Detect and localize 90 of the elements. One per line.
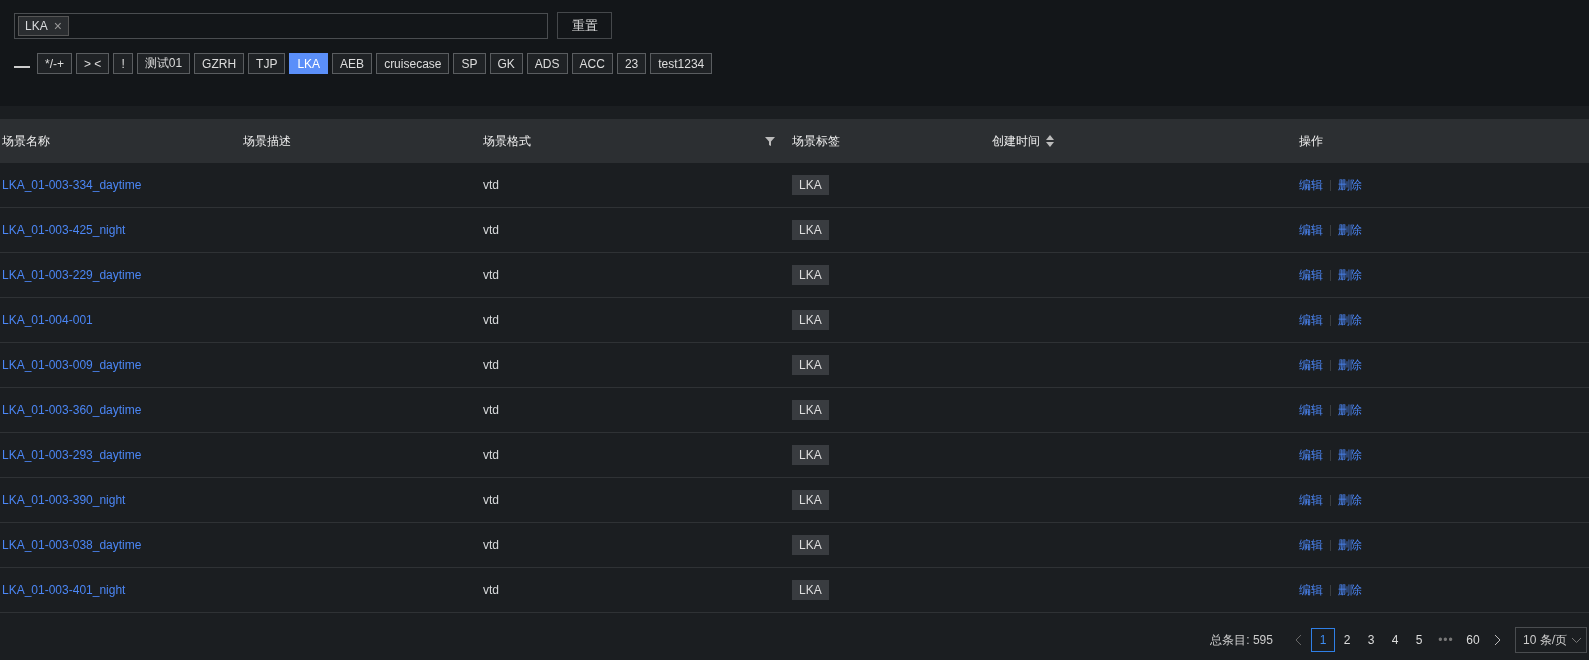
tag-filter-button[interactable]: cruisecase xyxy=(376,53,450,74)
edit-link[interactable]: 编辑 xyxy=(1299,311,1323,329)
edit-link[interactable]: 编辑 xyxy=(1299,176,1323,194)
table-cell: vtd xyxy=(483,178,499,192)
edit-link[interactable]: 编辑 xyxy=(1299,401,1323,419)
scene-tag: LKA xyxy=(792,445,829,465)
scene-name-link[interactable]: LKA_01-003-390_night xyxy=(2,493,126,507)
edit-link[interactable]: 编辑 xyxy=(1299,581,1323,599)
scene-name-link[interactable]: LKA_01-003-401_night xyxy=(2,583,126,597)
delete-link[interactable]: 删除 xyxy=(1338,311,1362,329)
scene-name-link[interactable]: LKA_01-004-001 xyxy=(2,313,93,327)
tag-filter-button[interactable]: GZRH xyxy=(194,53,245,74)
scene-tag: LKA xyxy=(792,265,829,285)
tag-filter-button[interactable]: SP xyxy=(453,53,486,74)
page-number[interactable]: 1 xyxy=(1311,628,1335,652)
column-header: 场景描述 xyxy=(243,132,291,150)
edit-link[interactable]: 编辑 xyxy=(1299,536,1323,554)
table-cell: vtd xyxy=(483,223,499,237)
edit-link[interactable]: 编辑 xyxy=(1299,356,1323,374)
scene-name-link[interactable]: LKA_01-003-009_daytime xyxy=(2,358,142,372)
dash-icon xyxy=(14,65,30,68)
tag-filter-button[interactable]: 23 xyxy=(616,53,647,74)
scene-name-link[interactable]: LKA_01-003-038_daytime xyxy=(2,538,142,552)
scene-tag: LKA xyxy=(792,310,829,330)
delete-link[interactable]: 删除 xyxy=(1338,446,1362,464)
tag-filter-button[interactable]: ! xyxy=(113,53,133,74)
delete-link[interactable]: 删除 xyxy=(1338,401,1362,419)
delete-link[interactable]: 删除 xyxy=(1338,221,1362,239)
filter-icon[interactable] xyxy=(765,136,775,146)
delete-link[interactable]: 删除 xyxy=(1338,536,1362,554)
scene-tag: LKA xyxy=(792,535,829,555)
page-number[interactable]: 2 xyxy=(1335,628,1359,652)
chip-label: LKA xyxy=(25,18,48,33)
edit-link[interactable]: 编辑 xyxy=(1299,221,1323,239)
reset-button[interactable]: 重置 xyxy=(557,12,612,39)
scene-tag: LKA xyxy=(792,220,829,240)
delete-link[interactable]: 删除 xyxy=(1338,581,1362,599)
column-header: 场景名称 xyxy=(2,132,50,150)
tag-filter-button[interactable]: ACC xyxy=(571,53,613,74)
scene-name-link[interactable]: LKA_01-003-229_daytime xyxy=(2,268,142,282)
scene-tag: LKA xyxy=(792,175,829,195)
next-page-icon[interactable] xyxy=(1493,634,1501,646)
table-cell: vtd xyxy=(483,403,499,417)
tag-filter-button[interactable]: LKA xyxy=(289,53,329,74)
scene-name-link[interactable]: LKA_01-003-360_daytime xyxy=(2,403,142,417)
scene-tag: LKA xyxy=(792,490,829,510)
tag-filter-button[interactable]: GK xyxy=(489,53,523,74)
scene-tag: LKA xyxy=(792,400,829,420)
delete-link[interactable]: 删除 xyxy=(1338,176,1362,194)
page-size-select[interactable]: 10 条/页 xyxy=(1515,627,1587,653)
scene-name-link[interactable]: LKA_01-003-293_daytime xyxy=(2,448,142,462)
tag-filter-button[interactable]: AEB xyxy=(332,53,373,74)
delete-link[interactable]: 删除 xyxy=(1338,491,1362,509)
scene-tag: LKA xyxy=(792,355,829,375)
table-cell: vtd xyxy=(483,448,499,462)
tag-filter-button[interactable]: ADS xyxy=(526,53,568,74)
page-number[interactable]: 60 xyxy=(1461,628,1485,652)
previous-page-icon[interactable] xyxy=(1295,634,1303,646)
column-header: 场景标签 xyxy=(792,132,840,150)
page-number[interactable]: 4 xyxy=(1383,628,1407,652)
tag-filter-button[interactable]: */-+ xyxy=(37,53,72,74)
column-header: 场景格式 xyxy=(483,132,531,150)
table-cell: vtd xyxy=(483,583,499,597)
page-number[interactable]: 3 xyxy=(1359,628,1383,652)
tag-filter-button[interactable]: TJP xyxy=(248,53,286,74)
tag-filter-button[interactable]: > < xyxy=(76,53,110,74)
scene-tag: LKA xyxy=(792,580,829,600)
column-header: 创建时间 xyxy=(992,132,1040,150)
table-cell: vtd xyxy=(483,313,499,327)
tag-filter-button[interactable]: 测试01 xyxy=(136,53,191,74)
edit-link[interactable]: 编辑 xyxy=(1299,266,1323,284)
remove-tag-button[interactable]: × xyxy=(53,17,62,34)
delete-link[interactable]: 删除 xyxy=(1338,356,1362,374)
edit-link[interactable]: 编辑 xyxy=(1299,446,1323,464)
page-ellipsis[interactable]: ••• xyxy=(1431,628,1461,652)
scene-name-link[interactable]: LKA_01-003-425_night xyxy=(2,223,126,237)
page-number[interactable]: 5 xyxy=(1407,628,1431,652)
table-cell: vtd xyxy=(483,493,499,507)
table-cell: vtd xyxy=(483,268,499,282)
sort-icon[interactable] xyxy=(1046,135,1054,147)
chevron-down-icon xyxy=(1571,636,1582,644)
table-cell: vtd xyxy=(483,538,499,552)
total-count: 总条目: 595 xyxy=(1210,631,1273,649)
edit-link[interactable]: 编辑 xyxy=(1299,491,1323,509)
tag-filter-button[interactable]: test1234 xyxy=(650,53,713,74)
scene-name-link[interactable]: LKA_01-003-334_daytime xyxy=(2,178,142,192)
column-header: 操作 xyxy=(1299,132,1323,150)
delete-link[interactable]: 删除 xyxy=(1338,266,1362,284)
table-cell: vtd xyxy=(483,358,499,372)
tag-search-field[interactable]: LKA × xyxy=(14,12,548,39)
